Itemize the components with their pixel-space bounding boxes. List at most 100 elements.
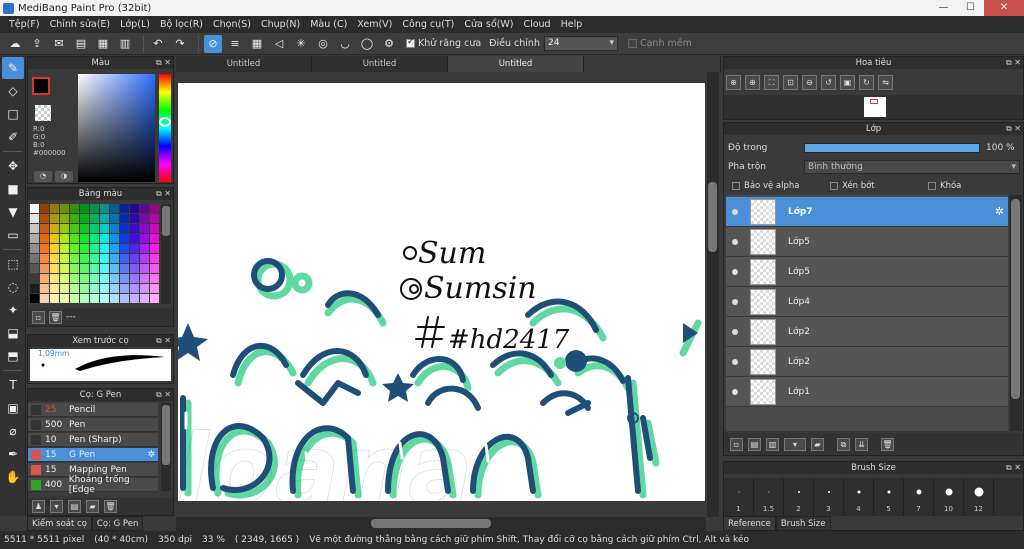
- brush-size-preset[interactable]: 4: [844, 478, 874, 516]
- palette-swatch[interactable]: [150, 214, 159, 223]
- palette-swatch[interactable]: [110, 264, 119, 273]
- palette-scrollbar[interactable]: [161, 204, 171, 304]
- page-icon[interactable]: ▤: [72, 35, 90, 53]
- opacity-slider[interactable]: [804, 143, 980, 153]
- layer-item[interactable]: Lớp2: [726, 347, 1008, 377]
- eye-icon[interactable]: [732, 358, 738, 365]
- palette-swatch[interactable]: [30, 284, 39, 293]
- merge-icon[interactable]: ⇊: [855, 437, 868, 451]
- checkbox-box[interactable]: [732, 182, 740, 190]
- antialias-check-box[interactable]: [406, 37, 415, 48]
- palette-swatch[interactable]: [60, 254, 69, 263]
- brush-item[interactable]: 25 Pencil: [28, 403, 158, 417]
- snap-radial-icon[interactable]: ✳: [292, 35, 310, 53]
- brush-size-preset[interactable]: 7: [904, 478, 934, 516]
- palette-swatch[interactable]: [80, 254, 89, 263]
- palette-swatch[interactable]: [90, 274, 99, 283]
- palette-swatch[interactable]: [50, 234, 59, 243]
- palette-swatch[interactable]: [120, 224, 129, 233]
- tab-brush-control[interactable]: Kiểm soát cọ: [27, 516, 92, 531]
- palette-swatch[interactable]: [60, 244, 69, 253]
- palette-swatch[interactable]: [60, 264, 69, 273]
- brush-add-icon[interactable]: ♟: [32, 500, 45, 513]
- fill-shape-icon[interactable]: ■: [2, 178, 24, 200]
- eye-icon[interactable]: [732, 328, 738, 335]
- palette-swatch[interactable]: [90, 204, 99, 213]
- protect-alpha-checkbox[interactable]: Bảo vệ alpha: [732, 181, 799, 191]
- palette-swatch[interactable]: [90, 284, 99, 293]
- palette-swatch[interactable]: [90, 234, 99, 243]
- palette-swatch[interactable]: [110, 254, 119, 263]
- palette-swatch[interactable]: [140, 264, 149, 273]
- brush-size-preset[interactable]: 12: [964, 478, 994, 516]
- palette-swatch[interactable]: [120, 214, 129, 223]
- palette-swatch[interactable]: [130, 204, 139, 213]
- transparent-color-swatch[interactable]: [35, 105, 51, 121]
- cloud-icon[interactable]: ☁: [6, 35, 24, 53]
- palette-swatch[interactable]: [150, 244, 159, 253]
- panel-buttons[interactable]: ⧉ ✕: [156, 335, 171, 347]
- checkbox-box[interactable]: [928, 182, 936, 190]
- eye-icon[interactable]: [732, 388, 738, 395]
- scrollbar-thumb[interactable]: [162, 405, 170, 465]
- tab-reference[interactable]: Reference: [723, 516, 776, 531]
- menu-color[interactable]: Màu (C): [305, 19, 352, 30]
- undo-icon[interactable]: ↶: [149, 35, 167, 53]
- palette-swatch[interactable]: [90, 294, 99, 303]
- palette-swatch[interactable]: [60, 224, 69, 233]
- palette-swatch[interactable]: [110, 204, 119, 213]
- palette-swatch[interactable]: [100, 214, 109, 223]
- soft-edge-checkbox[interactable]: Cạnh mềm: [627, 38, 692, 49]
- antialias-checkbox[interactable]: Khử răng cưa: [406, 37, 481, 49]
- checkbox-box[interactable]: [830, 182, 838, 190]
- palette-swatch[interactable]: [80, 264, 89, 273]
- canvas-vertical-scrollbar[interactable]: [707, 72, 719, 517]
- menu-layer[interactable]: Lớp(L): [115, 19, 155, 30]
- palette-swatch[interactable]: [130, 214, 139, 223]
- new-page-icon[interactable]: ▫: [32, 310, 45, 324]
- palette-icon[interactable]: ◔: [34, 171, 52, 182]
- layer-item[interactable]: Lớp2: [726, 317, 1008, 347]
- drawing-canvas[interactable]: Sum Sumsin #hd2417 loana: [178, 83, 705, 501]
- palette-swatch[interactable]: [110, 274, 119, 283]
- doc-tab[interactable]: Untitled: [176, 56, 312, 72]
- palette-swatch[interactable]: [30, 244, 39, 253]
- menu-help[interactable]: Help: [556, 19, 588, 30]
- brush-size-preset[interactable]: 1: [724, 478, 754, 516]
- palette-swatch[interactable]: [90, 224, 99, 233]
- layer-add-menu-icon[interactable]: ▾: [784, 437, 806, 451]
- color-mode-icon[interactable]: ◑: [55, 171, 73, 182]
- palette-swatch[interactable]: [120, 274, 129, 283]
- palette-swatch[interactable]: [130, 244, 139, 253]
- palette-swatch[interactable]: [40, 214, 49, 223]
- brush-size-preset[interactable]: 2: [784, 478, 814, 516]
- palette-swatch[interactable]: [50, 254, 59, 263]
- tab-brush-size[interactable]: Brush Size: [775, 516, 831, 531]
- palette-swatch[interactable]: [80, 284, 89, 293]
- layer-scrollbar[interactable]: [1010, 195, 1022, 431]
- gear-icon[interactable]: ✲: [147, 450, 155, 460]
- brush-item-active[interactable]: 15 G Pen ✲: [28, 448, 158, 462]
- chat-icon[interactable]: ✉: [50, 35, 68, 53]
- hue-slider-handle[interactable]: [159, 117, 171, 127]
- pen-nib-icon[interactable]: ✒: [2, 443, 24, 465]
- palette-swatch[interactable]: [70, 244, 79, 253]
- lock-checkbox[interactable]: Khóa: [928, 181, 961, 191]
- palette-swatch[interactable]: [130, 224, 139, 233]
- palette-swatch[interactable]: [100, 274, 109, 283]
- zoom-in-icon[interactable]: ⊕: [745, 75, 760, 90]
- panel-buttons[interactable]: ⧉ ✕: [156, 57, 171, 69]
- rotate-left-icon[interactable]: ↺: [821, 75, 836, 90]
- palette-swatch[interactable]: [140, 284, 149, 293]
- snap-cross-icon[interactable]: ▦: [248, 35, 266, 53]
- palette-swatch[interactable]: [140, 204, 149, 213]
- palette-swatch[interactable]: [120, 244, 129, 253]
- palette-swatch[interactable]: [50, 204, 59, 213]
- palette-swatch[interactable]: [50, 214, 59, 223]
- palette-swatch[interactable]: [110, 214, 119, 223]
- palette-swatch[interactable]: [130, 254, 139, 263]
- dot-tool-icon[interactable]: □: [2, 103, 24, 125]
- menu-edit[interactable]: Chỉnh sửa(E): [45, 19, 116, 30]
- palette-swatch[interactable]: [30, 204, 39, 213]
- palette-swatch[interactable]: [70, 294, 79, 303]
